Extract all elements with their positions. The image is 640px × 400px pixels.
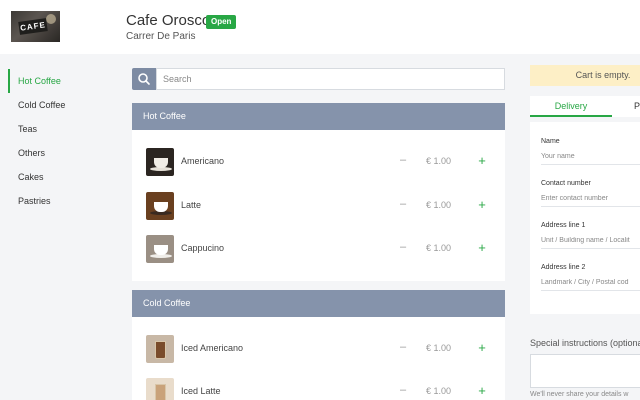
decrease-button[interactable]: –	[398, 241, 408, 253]
special-instructions-field[interactable]	[530, 354, 640, 388]
name-field[interactable]	[541, 149, 640, 165]
search-input[interactable]	[156, 68, 505, 90]
decrease-button[interactable]: –	[398, 341, 408, 353]
item-name: Americano	[181, 156, 225, 166]
add-button[interactable]: +	[476, 197, 488, 212]
address1-label: Address line 1	[541, 222, 586, 229]
address1-field[interactable]	[541, 233, 640, 249]
special-instructions-label: Special instructions (optiona	[530, 338, 640, 348]
decrease-button[interactable]: –	[398, 154, 408, 166]
status-badge: Open	[206, 15, 237, 29]
item-name: Cappucino	[181, 243, 225, 253]
contact-field[interactable]	[541, 191, 640, 207]
contact-label: Contact number	[541, 180, 591, 187]
logo-sign: CAFE	[18, 18, 48, 35]
menu-item: Latte – € 1.00 +	[132, 191, 505, 221]
address2-field[interactable]	[541, 275, 640, 291]
decrease-button[interactable]: –	[398, 384, 408, 396]
add-button[interactable]: +	[476, 383, 488, 398]
name-label: Name	[541, 138, 560, 145]
americano-image	[146, 148, 174, 176]
latte-image	[146, 192, 174, 220]
sidebar-item-cold-coffee[interactable]: Cold Coffee	[8, 93, 108, 117]
search-button[interactable]	[132, 68, 156, 90]
cappucino-image	[146, 235, 174, 263]
shop-address: Carrer De Paris	[126, 31, 196, 42]
sidebar-item-hot-coffee[interactable]: Hot Coffee	[8, 69, 108, 93]
item-name: Iced Latte	[181, 386, 221, 396]
tab-delivery[interactable]: Delivery	[530, 96, 612, 117]
item-price: € 1.00	[426, 200, 452, 210]
search-icon	[138, 73, 150, 85]
logo-light	[46, 14, 56, 24]
address2-label: Address line 2	[541, 264, 586, 271]
category-header-hot-coffee: Hot Coffee	[132, 103, 505, 130]
sidebar-item-teas[interactable]: Teas	[8, 117, 108, 141]
order-type-tabs: Delivery P	[530, 96, 640, 117]
item-price: € 1.00	[426, 243, 452, 253]
tab-pickup[interactable]: P	[634, 96, 640, 117]
menu-item: Americano – € 1.00 +	[132, 147, 505, 177]
menu-item: Iced Latte – € 1.00 +	[132, 377, 505, 400]
decrease-button[interactable]: –	[398, 198, 408, 210]
search-bar	[132, 68, 505, 90]
sidebar-item-cakes[interactable]: Cakes	[8, 165, 108, 189]
item-name: Latte	[181, 200, 202, 210]
iced-latte-image	[146, 378, 174, 400]
item-price: € 1.00	[426, 343, 452, 353]
sidebar-item-others[interactable]: Others	[8, 141, 108, 165]
header: CAFE Cafe Orosco Open Carrer De Paris	[0, 0, 640, 54]
category-header-cold-coffee: Cold Coffee	[132, 290, 505, 317]
category-sidebar: Hot Coffee Cold Coffee Teas Others Cakes…	[0, 54, 113, 400]
cart-empty-notice: Cart is empty.	[530, 65, 640, 86]
add-button[interactable]: +	[476, 340, 488, 355]
shop-name: Cafe Orosco	[126, 12, 211, 29]
cafe-logo: CAFE	[11, 11, 60, 42]
menu-item: Iced Americano – € 1.00 +	[132, 334, 505, 364]
item-price: € 1.00	[426, 386, 452, 396]
privacy-note: We'll never share your details w	[530, 391, 629, 398]
menu-item: Cappucino – € 1.00 +	[132, 234, 505, 264]
sidebar-item-pastries[interactable]: Pastries	[8, 189, 108, 213]
add-button[interactable]: +	[476, 153, 488, 168]
item-name: Iced Americano	[181, 343, 244, 353]
add-button[interactable]: +	[476, 240, 488, 255]
iced-americano-image	[146, 335, 174, 363]
delivery-form: Name Contact number Address line 1 Addre…	[530, 122, 640, 314]
item-price: € 1.00	[426, 156, 452, 166]
